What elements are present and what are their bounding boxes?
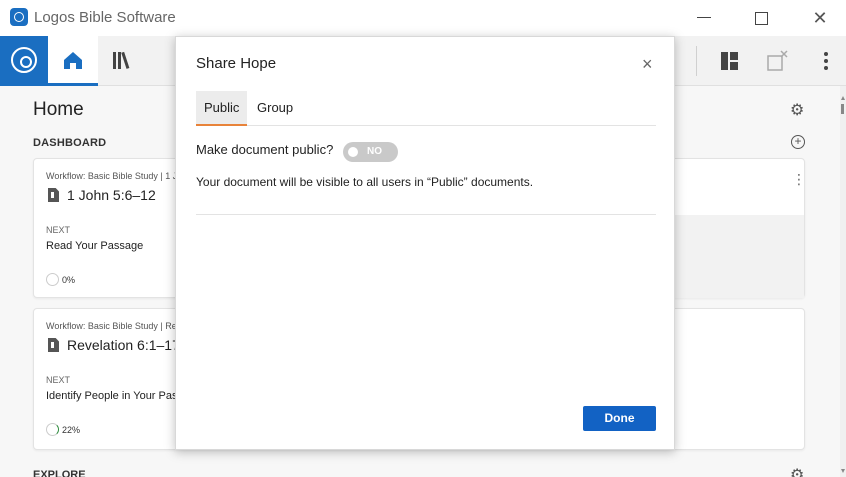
next-step[interactable]: Identify People in Your Passa xyxy=(46,390,189,402)
workflow-label: Workflow: Basic Bible Study | Reve xyxy=(46,321,187,331)
tab-public[interactable]: Public xyxy=(196,91,248,126)
scrollbar-thumb[interactable] xyxy=(841,104,844,114)
passage-title[interactable]: Revelation 6:1–17 xyxy=(48,337,180,353)
logos-logo-icon xyxy=(10,8,28,26)
dialog-tabs: Public Group xyxy=(196,91,656,126)
close-panel-icon xyxy=(767,50,788,71)
document-icon xyxy=(48,188,59,202)
divider xyxy=(196,214,656,215)
card-side-panel xyxy=(673,215,804,298)
page-title: Home xyxy=(33,99,84,120)
library-button[interactable] xyxy=(98,36,148,86)
logos-logo-icon xyxy=(11,47,37,73)
next-label: NEXT xyxy=(46,375,71,385)
dialog-title: Share Hope xyxy=(196,55,277,72)
scroll-up-arrow[interactable] xyxy=(841,96,845,100)
layout-icon xyxy=(721,52,738,70)
more-options-button[interactable] xyxy=(806,36,846,86)
share-dialog: Share Hope × Public Group Make document … xyxy=(175,36,675,450)
gear-icon[interactable]: ⚙ xyxy=(790,465,804,477)
passage-text: Revelation 6:1–17 xyxy=(67,337,180,353)
dashboard-heading: DASHBOARD xyxy=(33,137,107,149)
gear-icon[interactable]: ⚙ xyxy=(790,100,804,120)
scrollbar[interactable] xyxy=(840,86,846,477)
passage-title[interactable]: 1 John 5:6–12 xyxy=(48,187,156,203)
title-bar: Logos Bible Software ✕ xyxy=(0,0,846,36)
home-icon xyxy=(64,52,82,69)
passage-text: 1 John 5:6–12 xyxy=(67,187,156,203)
make-public-label: Make document public? xyxy=(196,142,334,157)
logos-menu-button[interactable] xyxy=(0,36,48,86)
progress-indicator: 0% xyxy=(46,273,75,286)
toggle-knob xyxy=(348,147,358,157)
kebab-icon xyxy=(824,52,828,70)
maximize-button[interactable] xyxy=(749,6,773,30)
next-label: NEXT xyxy=(46,225,71,235)
progress-indicator: 22% xyxy=(46,423,80,436)
close-window-button[interactable]: ✕ xyxy=(808,6,832,30)
document-icon xyxy=(48,338,59,352)
progress-ring-icon xyxy=(46,273,59,286)
toggle-state-text: NO xyxy=(367,146,382,157)
layout-button[interactable] xyxy=(710,36,750,86)
plus-circle-icon[interactable]: + xyxy=(791,135,805,149)
kebab-icon[interactable]: ⋮ xyxy=(792,171,806,188)
library-icon xyxy=(113,51,130,69)
close-icon[interactable]: × xyxy=(642,54,653,74)
minimize-button[interactable] xyxy=(692,6,716,30)
done-button[interactable]: Done xyxy=(583,406,656,431)
window-title: Logos Bible Software xyxy=(34,9,176,26)
explore-heading: EXPLORE xyxy=(33,469,86,477)
home-button[interactable] xyxy=(48,36,98,86)
progress-value: 22% xyxy=(62,425,81,435)
visibility-note: Your document will be visible to all use… xyxy=(196,175,534,189)
toolbar-divider xyxy=(696,46,697,76)
progress-value: 0% xyxy=(62,275,76,285)
make-public-toggle[interactable]: NO xyxy=(343,142,398,162)
progress-ring-icon xyxy=(46,423,59,436)
workflow-label: Workflow: Basic Bible Study | 1 Jo xyxy=(46,171,183,181)
scroll-down-arrow[interactable] xyxy=(841,469,845,473)
close-panel-button[interactable] xyxy=(757,36,797,86)
next-step[interactable]: Read Your Passage xyxy=(46,240,143,252)
tab-group[interactable]: Group xyxy=(249,91,301,126)
